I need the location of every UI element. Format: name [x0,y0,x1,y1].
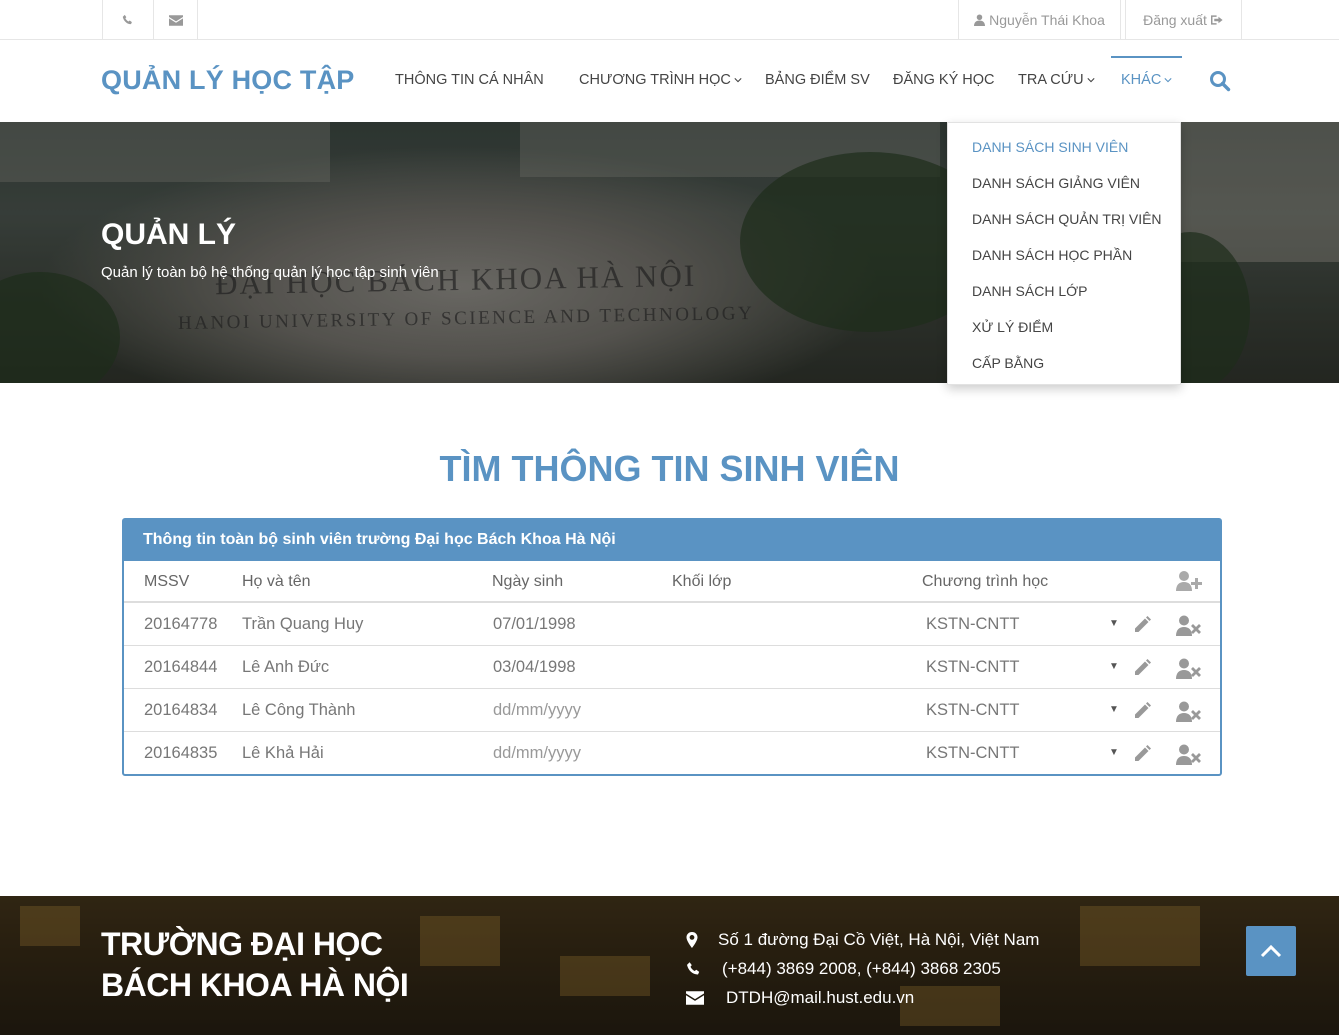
select-arrow-icon[interactable]: ▼ [1109,661,1119,672]
column-header-program: Chương trình học [922,573,1049,590]
footer-title-line2: BÁCH KHOA HÀ NỘI [101,967,409,1003]
footer: TRƯỜNG ĐẠI HỌC BÁCH KHOA HÀ NỘI Số 1 đườ… [0,896,1339,1035]
cell-name: Lê Công Thành [242,701,356,719]
nav-label: ĐĂNG KÝ HỌC [893,72,995,88]
cell-dob-input[interactable]: 07/01/1998 [493,615,576,634]
nav-label: THÔNG TIN CÁ NHÂN [395,72,544,88]
footer-title: TRƯỜNG ĐẠI HỌC BÁCH KHOA HÀ NỘI [101,924,409,1006]
logout-button[interactable]: Đăng xuất [1125,0,1242,40]
menu-item-admin-list[interactable]: DANH SÁCH QUẢN TRỊ VIÊN [972,211,1162,227]
chevron-up-icon [1260,944,1282,958]
user-times-icon[interactable] [1176,701,1202,722]
phone-icon [122,14,132,25]
top-bar: Nguyễn Thái Khoa Đăng xuất [0,0,1339,40]
brand-logo[interactable]: QUẢN LÝ HỌC TẬP [101,65,355,96]
column-header-name: Họ và tên [242,573,311,590]
table-row: 20164834 Lê Công Thành dd/mm/yyyy KSTN-C… [124,689,1220,732]
nav-transcript[interactable]: BẢNG ĐIỂM SV [765,72,870,88]
menu-item-class-list[interactable]: DANH SÁCH LỚP [972,283,1087,299]
user-name: Nguyễn Thái Khoa [989,12,1105,28]
cell-dob-input[interactable]: dd/mm/yyyy [493,701,581,720]
cell-program-select[interactable]: KSTN-CNTT [926,701,1020,720]
pencil-icon[interactable] [1132,615,1152,635]
cell-program-select[interactable]: KSTN-CNTT [926,658,1020,677]
search-icon[interactable] [1209,70,1231,92]
user-icon [974,14,986,26]
user-plus-icon[interactable] [1176,570,1202,592]
user-times-icon[interactable] [1176,744,1202,765]
chevron-down-icon [734,78,742,83]
menu-item-lecturer-list[interactable]: DANH SÁCH GIẢNG VIÊN [972,175,1140,191]
chevron-down-icon [1164,78,1172,83]
column-header-mssv: MSSV [144,573,190,590]
nav-label: CHƯƠNG TRÌNH HỌC [579,72,731,88]
cell-mssv: 20164835 [144,744,218,762]
footer-email[interactable]: DTDH@mail.hust.edu.vn [726,988,914,1008]
cell-name: Trần Quang Huy [242,615,364,633]
cell-program-select[interactable]: KSTN-CNTT [926,615,1020,634]
select-arrow-icon[interactable]: ▼ [1109,704,1119,715]
select-arrow-icon[interactable]: ▼ [1109,747,1119,758]
cell-name: Lê Khả Hải [242,744,324,762]
nav-label: TRA CỨU [1018,72,1084,88]
chevron-down-icon [1086,78,1095,83]
user-times-icon[interactable] [1176,658,1202,679]
map-marker-icon [686,932,698,948]
pencil-icon[interactable] [1132,658,1152,678]
cell-mssv: 20164778 [144,615,218,633]
main-navbar: QUẢN LÝ HỌC TẬP THÔNG TIN CÁ NHÂN CHƯƠNG… [0,40,1339,122]
topbar-mail[interactable] [153,0,198,40]
footer-phone: (+844) 3869 2008, (+844) 3868 2305 [722,959,1001,978]
nav-active-indicator [1111,56,1182,58]
column-header-class: Khối lớp [672,573,732,590]
student-table-panel: Thông tin toàn bộ sinh viên trường Đại h… [122,518,1222,776]
select-arrow-icon[interactable]: ▼ [1109,618,1119,629]
footer-title-line1: TRƯỜNG ĐẠI HỌC [101,926,383,962]
cell-program-select[interactable]: KSTN-CNTT [926,744,1020,763]
sign-out-icon [1210,15,1223,25]
nav-lookup[interactable]: TRA CỨU [1018,72,1095,88]
menu-item-student-list[interactable]: DANH SÁCH SINH VIÊN [972,139,1128,155]
column-header-dob: Ngày sinh [492,573,564,590]
footer-address: Số 1 đường Đại Cồ Việt, Hà Nội, Việt Nam [718,930,1040,949]
menu-item-diploma[interactable]: CẤP BẰNG [972,355,1044,371]
nav-course-registration[interactable]: ĐĂNG KÝ HỌC [893,72,995,88]
topbar-user[interactable]: Nguyễn Thái Khoa [958,0,1121,40]
user-times-icon[interactable] [1176,615,1202,636]
other-dropdown-menu: DANH SÁCH SINH VIÊN DANH SÁCH GIẢNG VIÊN… [947,122,1181,385]
cell-dob-input[interactable]: 03/04/1998 [493,658,576,677]
table-row: 20164844 Lê Anh Đức 03/04/1998 KSTN-CNTT… [124,646,1220,689]
nav-label: BẢNG ĐIỂM SV [765,72,870,88]
nav-other[interactable]: KHÁC [1121,72,1172,88]
logout-label: Đăng xuất [1143,12,1207,28]
table-row: 20164835 Lê Khả Hải dd/mm/yyyy KSTN-CNTT… [124,732,1220,775]
back-to-top-button[interactable] [1246,926,1296,976]
hero-subtitle: Quản lý toàn bộ hệ thống quản lý học tập… [101,264,439,281]
cell-name: Lê Anh Đức [242,658,330,676]
pencil-icon[interactable] [1132,744,1152,764]
cell-mssv: 20164844 [144,658,218,676]
topbar-phone[interactable] [102,0,154,40]
panel-heading: Thông tin toàn bộ sinh viên trường Đại h… [124,520,1220,561]
envelope-icon [686,991,704,1005]
nav-personal-info[interactable]: THÔNG TIN CÁ NHÂN [395,72,544,88]
menu-item-grade-processing[interactable]: XỬ LÝ ĐIỂM [972,319,1053,335]
cell-mssv: 20164834 [144,701,218,719]
nav-curriculum[interactable]: CHƯƠNG TRÌNH HỌC [579,72,742,88]
table-row: 20164778 Trần Quang Huy 07/01/1998 KSTN-… [124,603,1220,646]
nav-label: KHÁC [1121,72,1162,88]
hero-title: QUẢN LÝ [101,218,236,251]
envelope-icon [168,14,183,26]
page-title: TÌM THÔNG TIN SINH VIÊN [439,448,900,489]
phone-icon [687,962,700,975]
cell-dob-input[interactable]: dd/mm/yyyy [493,744,581,763]
menu-item-course-list[interactable]: DANH SÁCH HỌC PHẦN [972,247,1132,263]
pencil-icon[interactable] [1132,701,1152,721]
